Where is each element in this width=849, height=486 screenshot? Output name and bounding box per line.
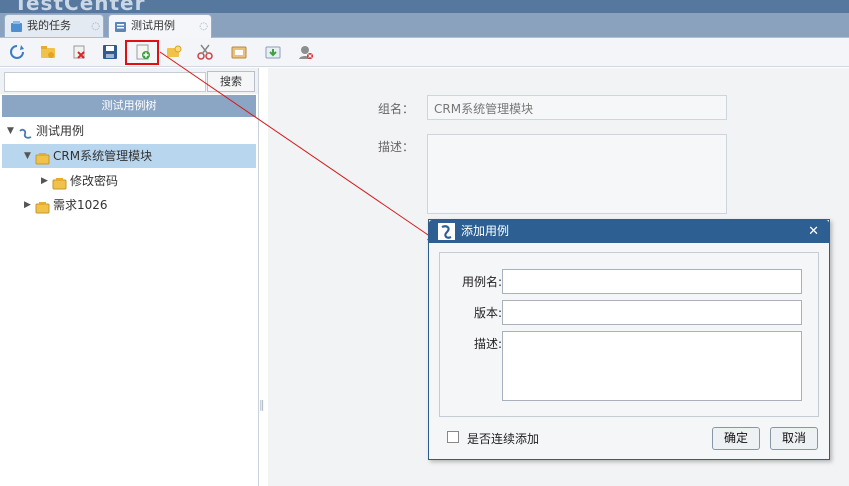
continuous-add-checkbox[interactable]	[447, 431, 459, 443]
app-logo-icon	[438, 223, 455, 240]
dialog-form: 用例名: 版本: 描述:	[439, 252, 819, 417]
tab-my-tasks[interactable]: 我的任务 ◌	[4, 14, 104, 37]
tree-node-label: CRM系统管理模块	[53, 149, 153, 163]
tab-strip: 我的任务 ◌ 测试用例 ◌	[0, 13, 849, 38]
version-input[interactable]	[502, 300, 802, 325]
add-child-icon[interactable]	[165, 43, 183, 61]
refresh-icon[interactable]	[8, 43, 26, 61]
dialog-title-bar[interactable]: 添加用例 ✕	[429, 220, 829, 243]
add-folder-icon[interactable]	[39, 43, 57, 61]
collapse-arrow-icon[interactable]: ▶	[24, 193, 31, 217]
tree-node-change-password[interactable]: ▶ 修改密码	[2, 169, 256, 193]
version-label: 版本:	[473, 306, 502, 320]
search-row: 搜索	[0, 68, 258, 94]
close-icon[interactable]: ◌	[91, 16, 100, 37]
cancel-button[interactable]: 取消	[770, 427, 818, 450]
search-button[interactable]: 搜索	[207, 71, 255, 92]
tree-node-crm[interactable]: ▼ CRM系统管理模块	[2, 144, 256, 168]
group-desc-label: 描述：	[378, 140, 415, 154]
ok-button[interactable]: 确定	[712, 427, 760, 450]
tree-node-label: 修改密码	[70, 174, 119, 188]
add-case-dialog: 添加用例 ✕ 用例名: 版本: 描述: 是否连续添加 确定 取消	[428, 219, 830, 460]
group-name-label: 组名：	[378, 102, 415, 116]
description-label: 描述:	[473, 337, 502, 351]
tab-test-cases[interactable]: 测试用例 ◌	[108, 14, 212, 38]
tree-node-root[interactable]: ▼ 测试用例	[2, 119, 256, 143]
delete-icon[interactable]	[70, 43, 88, 61]
expand-arrow-icon[interactable]: ▼	[24, 144, 31, 168]
tree-node-req1026[interactable]: ▶ 需求1026	[2, 193, 256, 217]
group-name-field[interactable]: CRM系统管理模块	[427, 95, 727, 120]
testcase-tree-icon	[18, 125, 33, 139]
task-icon	[10, 19, 23, 32]
tree-node-label: 需求1026	[53, 198, 108, 212]
collapse-arrow-icon[interactable]: ▶	[41, 169, 48, 193]
search-input[interactable]	[4, 72, 206, 92]
description-textarea[interactable]	[502, 331, 802, 401]
tree-node-label: 测试用例	[36, 124, 85, 138]
expand-arrow-icon[interactable]: ▼	[7, 119, 14, 143]
permission-icon[interactable]	[297, 43, 315, 61]
tab-label: 测试用例	[131, 19, 175, 32]
continuous-add-label: 是否连续添加	[467, 432, 540, 446]
save-icon[interactable]	[101, 43, 119, 61]
group-desc-field[interactable]	[427, 134, 727, 214]
highlight-box	[125, 40, 159, 65]
tree-header: 测试用例树	[2, 95, 256, 117]
splitter-handle[interactable]: ‖	[259, 398, 265, 416]
testcase-icon	[114, 19, 127, 32]
case-name-input[interactable]	[502, 269, 802, 294]
tab-label: 我的任务	[27, 19, 71, 32]
dialog-title: 添加用例	[461, 224, 510, 238]
module-icon	[35, 149, 50, 165]
scissors-icon[interactable]	[196, 43, 214, 61]
module-icon	[52, 174, 67, 190]
case-name-label: 用例名:	[461, 275, 502, 289]
import-icon[interactable]	[264, 43, 282, 61]
close-icon[interactable]: ◌	[199, 16, 208, 37]
top-banner: TestCenter	[0, 0, 849, 13]
tree-panel: 搜索 测试用例树 ▼ 测试用例 ▼ CRM系统管理模块 ▶ 修改密码 ▶ 需求1…	[0, 68, 259, 486]
paste-icon[interactable]	[230, 43, 248, 61]
close-icon[interactable]: ✕	[808, 220, 819, 243]
brand-logo: TestCenter	[14, 0, 146, 13]
module-icon	[35, 198, 50, 214]
